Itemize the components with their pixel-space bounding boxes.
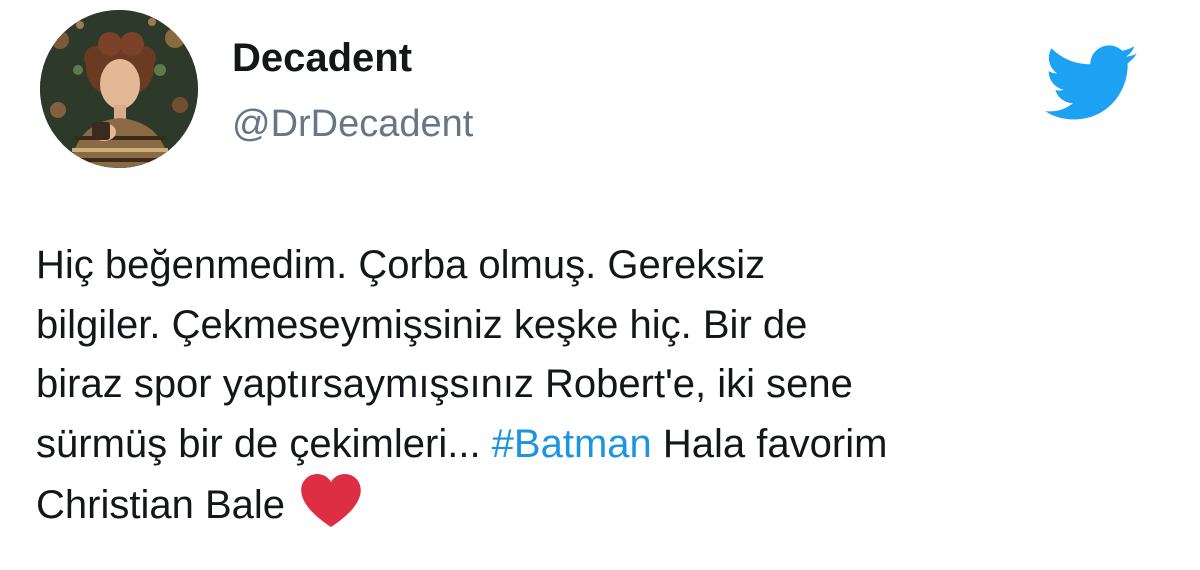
twitter-bird-glyph [1045, 45, 1137, 120]
tweet-text: Hiç beğenmedim. Çorba olmuş. Gereksiz bi… [36, 236, 1166, 536]
tweet-line: Hiç beğenmedim. Çorba olmuş. Gereksiz [36, 243, 766, 287]
heart-glyph [301, 474, 361, 528]
tweet-line: Christian Bale [36, 474, 1166, 536]
profile-photo-icon [40, 10, 198, 168]
tweet-text-segment: Christian Bale [36, 483, 286, 527]
tweet-line: bilgiler. Çekmeseymişsiniz keşke hiç. Bi… [36, 302, 808, 347]
tweet-text-segment: sürmüş bir de çekimleri... [36, 421, 492, 466]
tweet-card: Decadent @DrDecadent Hiç beğenmedim. Çor… [0, 0, 1200, 570]
avatar[interactable] [40, 10, 198, 168]
hashtag-link[interactable]: #Batman [492, 422, 652, 466]
tweet-text-segment: Hala favorim [651, 421, 888, 466]
twitter-bird-icon [1045, 44, 1137, 122]
user-info: Decadent @DrDecadent [232, 32, 473, 152]
user-handle[interactable]: @DrDecadent [232, 96, 473, 152]
tweet-line: sürmüş bir de çekimleri... #Batman Hala … [36, 415, 1166, 475]
red-heart-icon [301, 474, 361, 528]
display-name[interactable]: Decadent [232, 32, 473, 84]
tweet-line: biraz spor yaptırsaymışsınız Robert'e, i… [36, 362, 853, 406]
